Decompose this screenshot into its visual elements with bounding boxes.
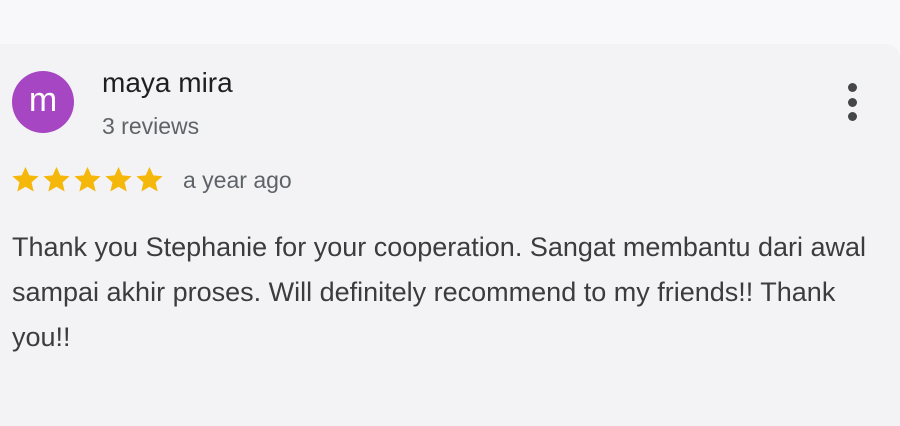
review-text: Thank you Stephanie for your cooperation… <box>12 232 867 352</box>
star-icon <box>12 166 39 192</box>
author-name[interactable]: maya mira <box>102 66 233 100</box>
star-icon <box>43 166 70 192</box>
review-count: 3 reviews <box>102 113 200 139</box>
avatar[interactable]: m <box>12 71 74 133</box>
star-icon <box>74 166 101 192</box>
star-icon <box>136 166 163 192</box>
star-rating <box>10 164 165 195</box>
star-icon <box>105 166 132 192</box>
more-dot <box>847 112 857 121</box>
top-strip <box>0 0 900 44</box>
more-dot <box>847 83 857 92</box>
more-vert-icon[interactable] <box>834 82 870 122</box>
more-dot <box>847 97 857 107</box>
review-time: a year ago <box>183 167 292 193</box>
avatar-letter: m <box>28 81 58 119</box>
